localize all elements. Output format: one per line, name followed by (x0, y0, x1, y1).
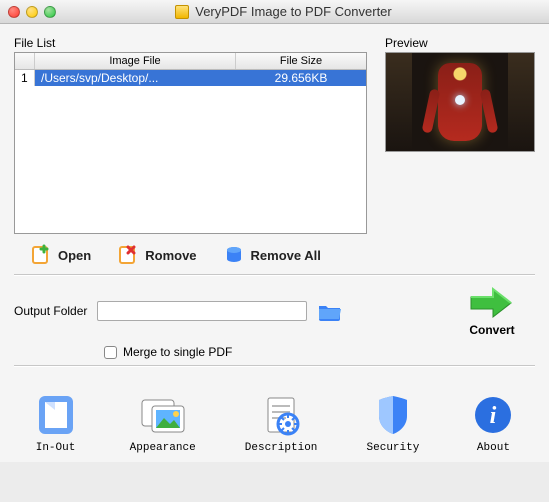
close-icon[interactable] (8, 6, 20, 18)
tab-appearance-label: Appearance (130, 442, 196, 454)
tab-security-label: Security (367, 442, 420, 454)
minimize-icon[interactable] (26, 6, 38, 18)
cell-size: 29.656KB (236, 70, 366, 86)
tab-description-label: Description (245, 442, 318, 454)
description-icon (256, 392, 306, 438)
appearance-icon (138, 392, 188, 438)
tab-security[interactable]: Security (367, 392, 420, 454)
output-folder-input[interactable] (97, 301, 307, 321)
tab-about-label: About (468, 442, 518, 454)
table-header: Image File File Size (15, 53, 366, 70)
browse-folder-button[interactable] (317, 301, 343, 321)
security-icon (368, 392, 418, 438)
open-label: Open (58, 248, 91, 263)
col-file: Image File (35, 53, 236, 69)
divider (14, 274, 535, 275)
cell-file: /Users/svp/Desktop/... (35, 70, 236, 86)
tab-appearance[interactable]: Appearance (130, 392, 196, 454)
bottom-toolbar: In-Out Appearance Description Security i… (0, 382, 549, 462)
preview-image (385, 52, 535, 152)
svg-text:i: i (490, 403, 497, 429)
col-size: File Size (236, 53, 366, 69)
remove-button[interactable]: Romove (117, 244, 196, 266)
remove-all-icon (223, 244, 245, 266)
tab-in-out[interactable]: In-Out (31, 392, 81, 454)
remove-all-button[interactable]: Remove All (223, 244, 321, 266)
preview-label: Preview (385, 36, 535, 50)
convert-button[interactable]: Convert (467, 285, 535, 337)
merge-label: Merge to single PDF (123, 345, 232, 359)
cell-index: 1 (15, 70, 35, 86)
filelist-label: File List (14, 36, 367, 50)
table-row[interactable]: 1 /Users/svp/Desktop/... 29.656KB (15, 70, 366, 86)
remove-icon (117, 244, 139, 266)
remove-label: Romove (145, 248, 196, 263)
remove-all-label: Remove All (251, 248, 321, 263)
file-table[interactable]: Image File File Size 1 /Users/svp/Deskto… (14, 52, 367, 234)
open-icon (30, 244, 52, 266)
app-icon (175, 5, 189, 19)
convert-label: Convert (467, 323, 517, 337)
divider (14, 365, 535, 366)
window-controls (8, 6, 56, 18)
tab-about[interactable]: i About (468, 392, 518, 454)
in-out-icon (31, 392, 81, 438)
output-label: Output Folder (14, 304, 87, 318)
merge-checkbox[interactable] (104, 346, 117, 359)
convert-icon (467, 285, 517, 321)
titlebar: VeryPDF Image to PDF Converter (0, 0, 549, 24)
about-icon: i (468, 392, 518, 438)
tab-in-out-label: In-Out (31, 442, 81, 454)
zoom-icon[interactable] (44, 6, 56, 18)
open-button[interactable]: Open (30, 244, 91, 266)
tab-description[interactable]: Description (245, 392, 318, 454)
col-index (15, 53, 35, 69)
window-title: VeryPDF Image to PDF Converter (195, 4, 422, 19)
